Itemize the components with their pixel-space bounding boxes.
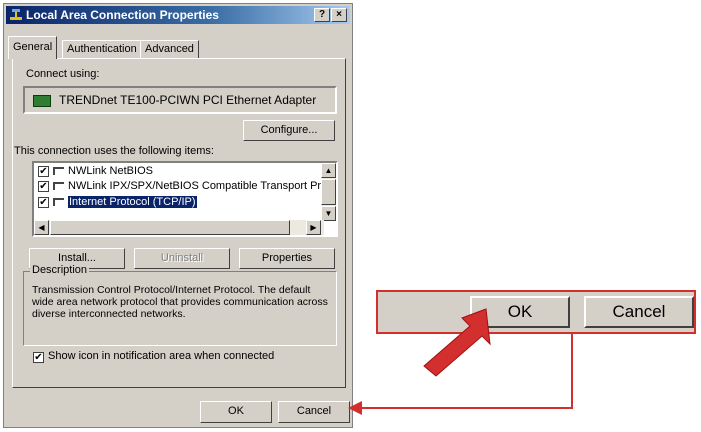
- connector-line: [360, 334, 573, 409]
- horizontal-scroll-thumb[interactable]: [50, 220, 290, 235]
- scroll-down-arrow-icon[interactable]: ▼: [321, 206, 336, 221]
- network-component-icon: [53, 198, 64, 206]
- description-title: Description: [30, 264, 90, 276]
- list-item-selected[interactable]: ✔ Internet Protocol (TCP/IP): [38, 195, 328, 210]
- callout-zoom-box: OK Cancel: [376, 290, 696, 334]
- help-button[interactable]: ?: [314, 8, 330, 22]
- components-list[interactable]: ✔ NWLink NetBIOS ✔ NWLink IPX/SPX/NetBIO…: [32, 161, 338, 237]
- vertical-scroll-thumb[interactable]: [321, 179, 336, 205]
- description-group: Description Transmission Control Protoco…: [23, 264, 337, 346]
- network-component-icon: [53, 167, 64, 175]
- list-item[interactable]: ✔ NWLink IPX/SPX/NetBIOS Compatible Tran…: [38, 180, 324, 194]
- tab-advanced[interactable]: Advanced: [140, 40, 199, 58]
- items-label: This connection uses the following items…: [14, 145, 214, 157]
- item-checkbox[interactable]: ✔: [38, 166, 49, 177]
- item-label: NWLink NetBIOS: [68, 165, 153, 177]
- scroll-up-arrow-icon[interactable]: ▲: [321, 163, 336, 178]
- cancel-button[interactable]: Cancel: [278, 401, 350, 423]
- vertical-scrollbar[interactable]: ▲ ▼: [321, 163, 336, 221]
- item-checkbox[interactable]: ✔: [38, 197, 49, 208]
- close-button[interactable]: ×: [331, 8, 347, 22]
- list-item[interactable]: ✔ NWLink NetBIOS: [38, 165, 328, 179]
- show-icon-label: Show icon in notification area when conn…: [48, 350, 275, 362]
- scroll-left-arrow-icon[interactable]: ◀: [34, 220, 49, 235]
- callout-ok-button[interactable]: OK: [470, 296, 570, 328]
- network-adapter-icon: [33, 95, 51, 107]
- item-checkbox[interactable]: ✔: [38, 181, 49, 192]
- network-component-icon: [53, 182, 64, 190]
- horizontal-scrollbar[interactable]: ◀ ▶: [34, 220, 324, 235]
- adapter-name: TRENDnet TE100-PCIWN PCI Ethernet Adapte…: [59, 93, 317, 107]
- properties-button[interactable]: Properties: [239, 248, 335, 269]
- show-icon-checkbox[interactable]: ✔: [33, 352, 44, 363]
- window-title: Local Area Connection Properties: [26, 8, 219, 22]
- ok-button[interactable]: OK: [200, 401, 272, 423]
- scroll-right-arrow-icon[interactable]: ▶: [306, 220, 321, 235]
- tab-general[interactable]: General: [8, 36, 58, 59]
- connect-using-label: Connect using:: [26, 68, 100, 80]
- configure-button[interactable]: Configure...: [243, 120, 335, 141]
- uninstall-button[interactable]: Uninstall: [134, 248, 230, 269]
- title-bar[interactable]: Local Area Connection Properties ? ×: [6, 6, 350, 24]
- description-text: Transmission Control Protocol/Internet P…: [32, 284, 328, 320]
- properties-dialog: Local Area Connection Properties ? × Gen…: [3, 3, 353, 428]
- item-label: Internet Protocol (TCP/IP): [67, 195, 198, 209]
- tab-authentication[interactable]: Authentication: [62, 40, 142, 58]
- item-label: NWLink IPX/SPX/NetBIOS Compatible Transp…: [68, 180, 324, 192]
- adapter-field: TRENDnet TE100-PCIWN PCI Ethernet Adapte…: [23, 86, 337, 114]
- network-connection-icon: [10, 9, 22, 20]
- callout-cancel-button[interactable]: Cancel: [584, 296, 694, 328]
